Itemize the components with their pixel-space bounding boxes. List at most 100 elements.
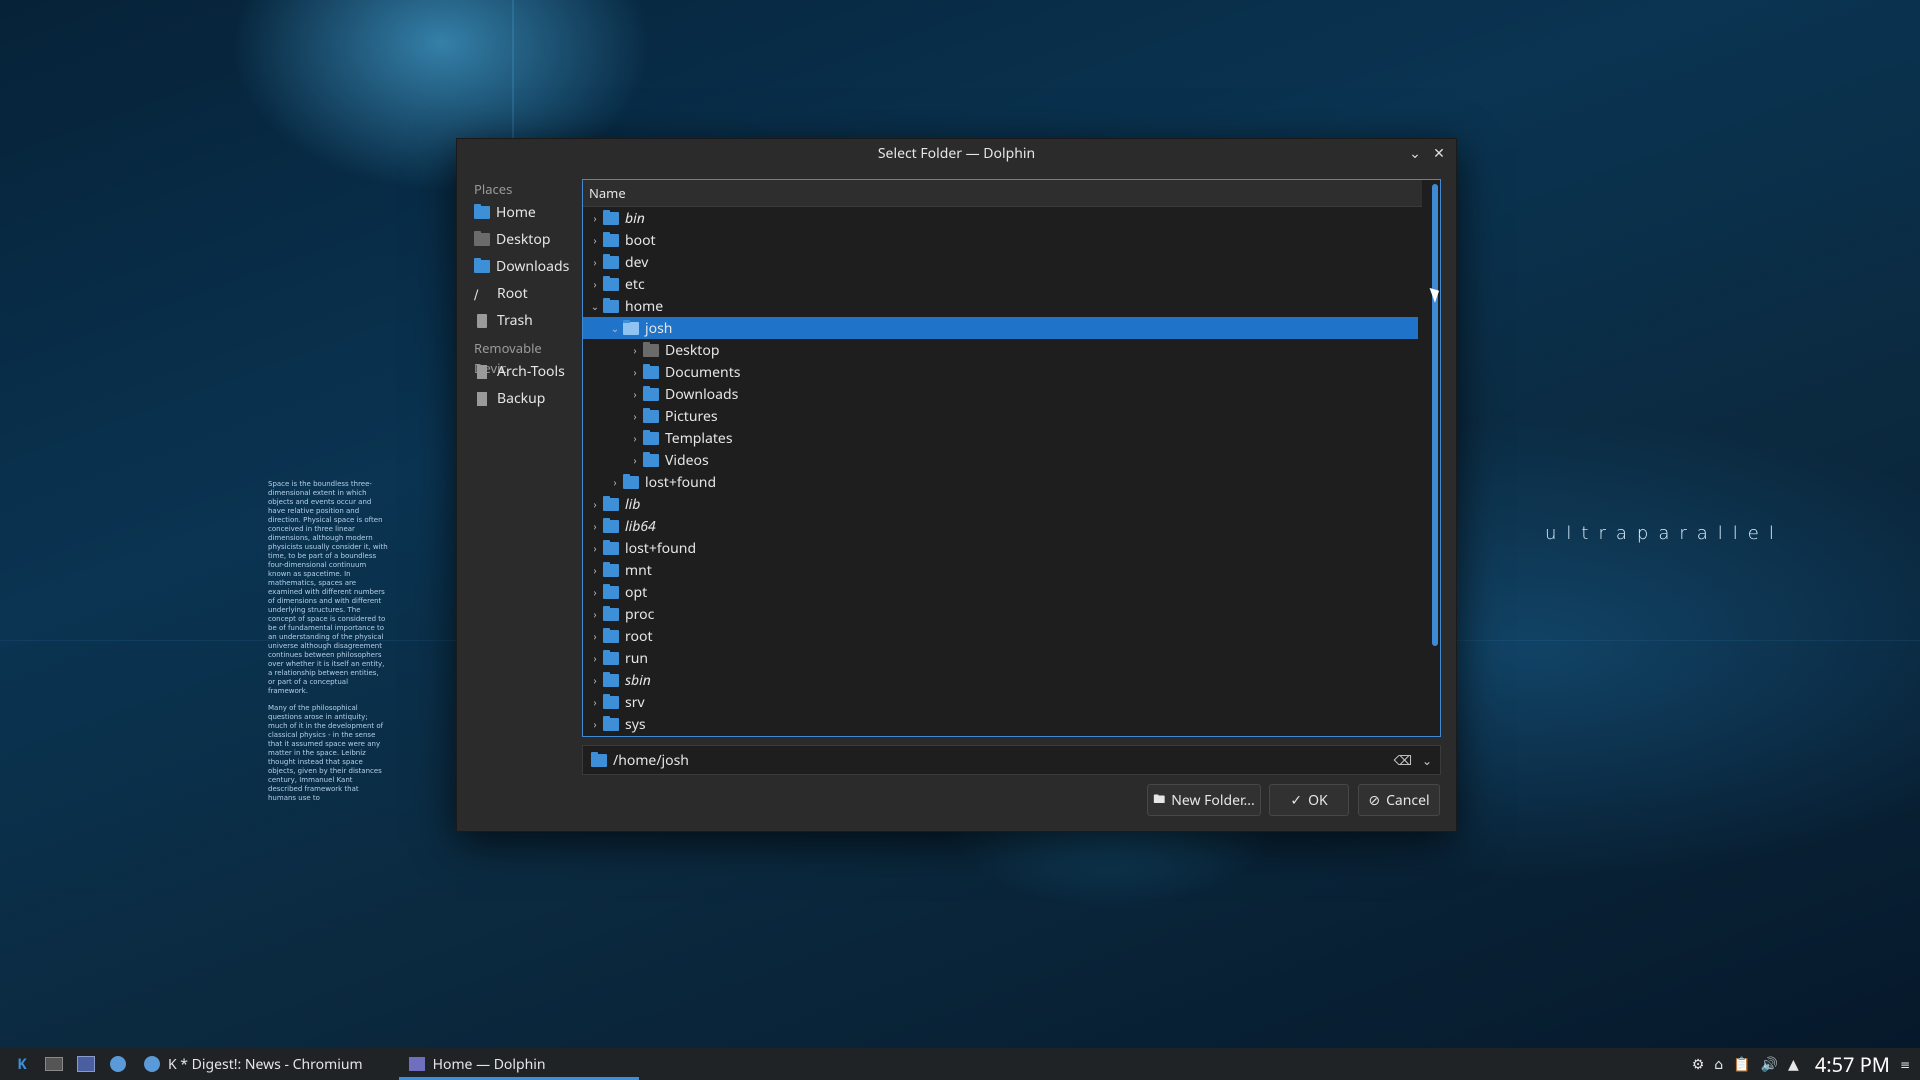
tree-row[interactable]: › bin bbox=[583, 207, 1418, 229]
folder-icon bbox=[603, 605, 619, 621]
terminal-icon[interactable] bbox=[44, 1055, 64, 1073]
expand-arrow-icon[interactable]: › bbox=[587, 255, 603, 269]
expand-arrow-icon[interactable]: › bbox=[627, 431, 643, 445]
expand-arrow-icon[interactable]: › bbox=[587, 607, 603, 621]
tree-row-label: lost+found bbox=[625, 538, 697, 558]
tree-row[interactable]: › etc bbox=[583, 273, 1418, 295]
tree-row[interactable]: › run bbox=[583, 647, 1418, 669]
folder-tree[interactable]: Name › bin › boot › dev › etc ⌄ home ⌄ josh › Desktop… bbox=[582, 179, 1441, 737]
volume-icon[interactable]: 🔊 bbox=[1761, 1055, 1778, 1074]
tree-row[interactable]: › Documents bbox=[583, 361, 1418, 383]
tree-row[interactable]: › Pictures bbox=[583, 405, 1418, 427]
scrollbar[interactable] bbox=[1432, 184, 1438, 730]
expand-arrow-icon[interactable]: › bbox=[587, 651, 603, 665]
task-chromium[interactable]: K * Digest!: News - Chromium bbox=[134, 1048, 373, 1080]
chevron-down-icon[interactable]: ⌄ bbox=[1422, 752, 1432, 769]
expand-arrow-icon[interactable]: › bbox=[587, 233, 603, 247]
folder-icon bbox=[623, 473, 639, 489]
tree-row[interactable]: › root bbox=[583, 625, 1418, 647]
show-desktop-icon[interactable]: ≡ bbox=[1900, 1056, 1910, 1073]
desktop-icon bbox=[474, 231, 490, 246]
tree-row[interactable]: › sys bbox=[583, 713, 1418, 735]
expand-arrow-icon[interactable]: › bbox=[587, 519, 603, 533]
task-label: K * Digest!: News - Chromium bbox=[168, 1054, 363, 1074]
dialog-titlebar[interactable]: Select Folder — Dolphin ⌄ ✕ bbox=[457, 139, 1456, 167]
place-item-root[interactable]: ∕ Root bbox=[457, 280, 577, 307]
place-item-trash[interactable]: Trash bbox=[457, 307, 577, 334]
tree-row[interactable]: › Downloads bbox=[583, 383, 1418, 405]
tree-row[interactable]: › boot bbox=[583, 229, 1418, 251]
column-header-name[interactable]: Name bbox=[583, 180, 1422, 207]
expand-arrow-icon[interactable]: › bbox=[627, 387, 643, 401]
file-manager-icon[interactable] bbox=[76, 1055, 96, 1073]
tree-row[interactable]: › proc bbox=[583, 603, 1418, 625]
tree-row[interactable]: ⌄ josh bbox=[583, 317, 1418, 339]
device-item-backup[interactable]: Backup bbox=[457, 385, 577, 412]
folder-tree-body: › bin › boot › dev › etc ⌄ home ⌄ josh › Desktop › Docu… bbox=[583, 207, 1440, 735]
close-icon[interactable]: ✕ bbox=[1430, 144, 1448, 163]
tree-row[interactable]: › mnt bbox=[583, 559, 1418, 581]
chromium-icon[interactable] bbox=[108, 1055, 128, 1073]
dialog-title: Select Folder — Dolphin bbox=[877, 143, 1036, 163]
tree-row[interactable]: › lost+found bbox=[583, 471, 1418, 493]
place-item-downloads[interactable]: Downloads bbox=[457, 253, 577, 280]
folder-icon bbox=[603, 275, 619, 291]
cancel-button[interactable]: ⊘ Cancel bbox=[1358, 784, 1440, 816]
ok-button[interactable]: ✓ OK bbox=[1269, 784, 1349, 816]
home-folder-icon bbox=[474, 204, 490, 219]
expand-arrow-icon[interactable]: › bbox=[587, 585, 603, 599]
tree-row[interactable]: › lib64 bbox=[583, 515, 1418, 537]
minimize-chevron-icon[interactable]: ⌄ bbox=[1406, 144, 1424, 163]
expand-arrow-icon[interactable]: › bbox=[607, 475, 623, 489]
tree-row-label: run bbox=[625, 648, 649, 668]
new-folder-button[interactable]: 🖿 New Folder... bbox=[1147, 784, 1261, 816]
folder-icon bbox=[603, 231, 619, 247]
place-item-home[interactable]: Home bbox=[457, 199, 577, 226]
folder-icon bbox=[643, 407, 659, 423]
expand-arrow-icon[interactable]: › bbox=[587, 497, 603, 511]
expand-arrow-icon[interactable]: › bbox=[587, 563, 603, 577]
tree-row[interactable]: ⌄ home bbox=[583, 295, 1418, 317]
tree-row-label: josh bbox=[645, 318, 673, 338]
scrollbar-thumb[interactable] bbox=[1432, 184, 1438, 646]
clear-text-icon[interactable]: ⌫ bbox=[1394, 751, 1412, 769]
expand-arrow-icon[interactable]: › bbox=[627, 453, 643, 467]
expand-arrow-icon[interactable]: › bbox=[627, 343, 643, 357]
expand-arrow-icon[interactable]: › bbox=[587, 673, 603, 687]
collapse-arrow-icon[interactable]: ⌄ bbox=[587, 299, 603, 313]
collapse-arrow-icon[interactable]: ⌄ bbox=[607, 321, 623, 335]
expand-arrow-icon[interactable]: › bbox=[587, 629, 603, 643]
tree-row[interactable]: › Desktop bbox=[583, 339, 1418, 361]
expand-arrow-icon[interactable]: › bbox=[587, 695, 603, 709]
place-item-desktop[interactable]: Desktop bbox=[457, 226, 577, 253]
tree-row[interactable]: › sbin bbox=[583, 669, 1418, 691]
tree-row-label: Videos bbox=[665, 450, 709, 470]
tree-row[interactable]: › opt bbox=[583, 581, 1418, 603]
path-input[interactable]: /home/josh ⌫ ⌄ bbox=[582, 745, 1441, 775]
expand-arrow-icon[interactable]: › bbox=[587, 277, 603, 291]
tree-row[interactable]: › srv bbox=[583, 691, 1418, 713]
clipboard-icon[interactable]: 📋 bbox=[1733, 1055, 1750, 1074]
place-label: Root bbox=[497, 284, 528, 303]
expand-tray-icon[interactable]: ▲ bbox=[1788, 1055, 1799, 1074]
task-dolphin[interactable]: Home — Dolphin bbox=[398, 1048, 639, 1080]
folder-icon bbox=[591, 751, 607, 767]
tree-row-label: lost+found bbox=[645, 472, 717, 492]
tree-row[interactable]: › dev bbox=[583, 251, 1418, 273]
clock[interactable]: 4:57 PM bbox=[1815, 1051, 1890, 1078]
settings-gear-icon[interactable]: ⚙ bbox=[1692, 1055, 1705, 1074]
expand-arrow-icon[interactable]: › bbox=[627, 365, 643, 379]
place-label: Desktop bbox=[496, 230, 551, 249]
tree-row[interactable]: › lost+found bbox=[583, 537, 1418, 559]
expand-arrow-icon[interactable]: › bbox=[587, 211, 603, 225]
expand-arrow-icon[interactable]: › bbox=[587, 717, 603, 731]
folder-icon bbox=[603, 583, 619, 599]
tree-row[interactable]: › Videos bbox=[583, 449, 1418, 471]
expand-arrow-icon[interactable]: › bbox=[627, 409, 643, 423]
kde-launcher-icon[interactable]: K bbox=[12, 1055, 32, 1074]
folder-icon bbox=[603, 649, 619, 665]
wifi-icon[interactable]: ⌂ bbox=[1714, 1055, 1723, 1074]
tree-row[interactable]: › Templates bbox=[583, 427, 1418, 449]
tree-row[interactable]: › lib bbox=[583, 493, 1418, 515]
expand-arrow-icon[interactable]: › bbox=[587, 541, 603, 555]
